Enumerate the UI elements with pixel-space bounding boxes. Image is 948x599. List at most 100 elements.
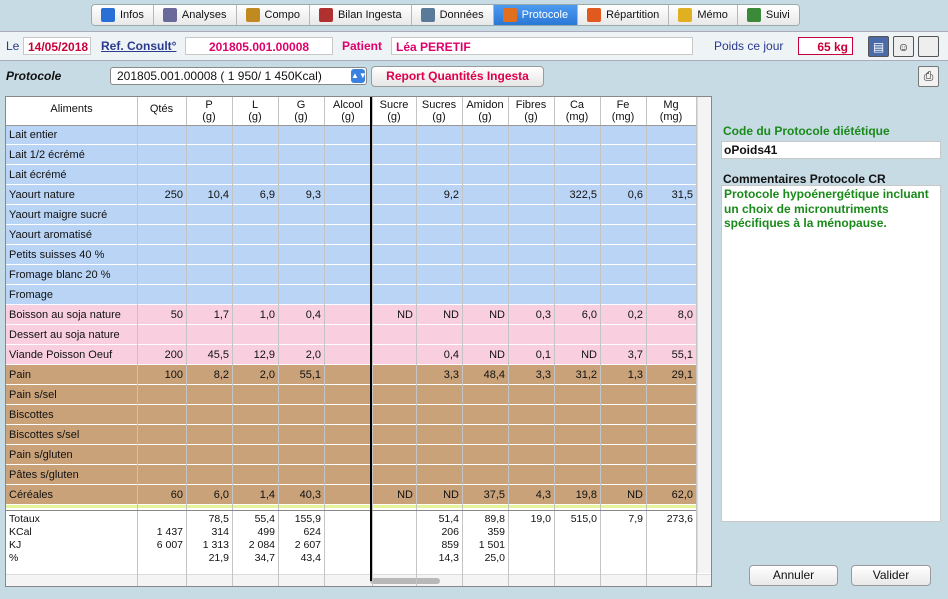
food-name-cell[interactable]: Dessert au soja nature — [6, 325, 137, 345]
value-cell[interactable] — [186, 165, 232, 185]
column-header[interactable]: L (g) — [232, 97, 278, 125]
food-name-cell[interactable]: Yaourt aromatisé — [6, 225, 137, 245]
value-cell[interactable] — [646, 125, 696, 145]
value-cell[interactable] — [462, 325, 508, 345]
food-name-cell[interactable]: Fromage blanc 20 % — [6, 265, 137, 285]
value-cell[interactable] — [554, 265, 600, 285]
value-cell[interactable] — [600, 205, 646, 225]
food-name-cell[interactable]: Céréales — [6, 485, 137, 505]
value-cell[interactable] — [186, 205, 232, 225]
weight-field[interactable]: 65 kg — [798, 37, 853, 55]
value-cell[interactable] — [372, 245, 416, 265]
value-cell[interactable] — [372, 205, 416, 225]
food-name-cell[interactable]: Pâtes s/gluten — [6, 465, 137, 485]
value-cell[interactable] — [508, 325, 554, 345]
value-cell[interactable] — [372, 165, 416, 185]
value-cell[interactable] — [462, 405, 508, 425]
value-cell[interactable] — [278, 465, 324, 485]
column-header[interactable]: Sucres (g) — [416, 97, 462, 125]
value-cell[interactable] — [416, 265, 462, 285]
value-cell[interactable] — [324, 245, 372, 265]
value-cell[interactable]: ND — [600, 485, 646, 505]
value-cell[interactable] — [137, 205, 186, 225]
value-cell[interactable] — [137, 245, 186, 265]
value-cell[interactable] — [232, 165, 278, 185]
value-cell[interactable] — [416, 165, 462, 185]
value-cell[interactable] — [324, 385, 372, 405]
value-cell[interactable] — [186, 385, 232, 405]
patient-field[interactable]: Léa PERETIF — [391, 37, 693, 55]
value-cell[interactable] — [416, 445, 462, 465]
value-cell[interactable] — [554, 425, 600, 445]
tab-m-mo[interactable]: Mémo — [669, 5, 738, 25]
value-cell[interactable] — [324, 425, 372, 445]
value-cell[interactable] — [372, 345, 416, 365]
value-cell[interactable] — [646, 465, 696, 485]
value-cell[interactable]: 2,0 — [232, 365, 278, 385]
value-cell[interactable] — [416, 245, 462, 265]
comments-field[interactable]: Protocole hypoénergétique incluant un ch… — [721, 185, 941, 522]
value-cell[interactable] — [508, 205, 554, 225]
value-cell[interactable] — [278, 125, 324, 145]
value-cell[interactable]: ND — [554, 345, 600, 365]
value-cell[interactable] — [416, 465, 462, 485]
value-cell[interactable] — [646, 205, 696, 225]
food-name-cell[interactable]: Yaourt nature — [6, 185, 137, 205]
card-icon[interactable]: ▤ — [868, 36, 889, 57]
value-cell[interactable] — [416, 205, 462, 225]
value-cell[interactable] — [508, 465, 554, 485]
value-cell[interactable] — [372, 285, 416, 305]
column-header[interactable]: G (g) — [278, 97, 324, 125]
food-name-cell[interactable]: Lait entier — [6, 125, 137, 145]
value-cell[interactable] — [462, 445, 508, 465]
value-cell[interactable] — [554, 385, 600, 405]
value-cell[interactable] — [186, 285, 232, 305]
value-cell[interactable] — [508, 125, 554, 145]
ref-consult-field[interactable]: 201805.001.00008 — [185, 37, 333, 55]
value-cell[interactable] — [186, 425, 232, 445]
value-cell[interactable] — [137, 325, 186, 345]
value-cell[interactable]: 31,5 — [646, 185, 696, 205]
column-header[interactable]: Fibres (g) — [508, 97, 554, 125]
print-icon[interactable]: ⎙ — [918, 66, 939, 87]
tab-compo[interactable]: Compo — [236, 5, 310, 25]
value-cell[interactable] — [324, 265, 372, 285]
value-cell[interactable] — [600, 425, 646, 445]
value-cell[interactable] — [508, 285, 554, 305]
protocol-code-field[interactable]: oPoids41 — [721, 141, 941, 159]
value-cell[interactable] — [372, 385, 416, 405]
column-header[interactable]: Alcool (g) — [324, 97, 372, 125]
value-cell[interactable] — [232, 325, 278, 345]
value-cell[interactable] — [462, 285, 508, 305]
value-cell[interactable] — [324, 305, 372, 325]
tab-donn-es[interactable]: Données — [411, 5, 494, 25]
value-cell[interactable] — [137, 285, 186, 305]
value-cell[interactable] — [646, 325, 696, 345]
value-cell[interactable] — [232, 225, 278, 245]
report-ingesta-button[interactable]: Report Quantités Ingesta — [371, 66, 544, 87]
food-name-cell[interactable]: Petits suisses 40 % — [6, 245, 137, 265]
column-header[interactable]: Sucre (g) — [372, 97, 416, 125]
value-cell[interactable] — [232, 385, 278, 405]
value-cell[interactable]: 50 — [137, 305, 186, 325]
value-cell[interactable] — [462, 165, 508, 185]
value-cell[interactable]: 45,5 — [186, 345, 232, 365]
value-cell[interactable] — [137, 145, 186, 165]
value-cell[interactable] — [416, 425, 462, 445]
value-cell[interactable] — [646, 165, 696, 185]
value-cell[interactable] — [554, 325, 600, 345]
value-cell[interactable]: 6,0 — [186, 485, 232, 505]
value-cell[interactable] — [508, 445, 554, 465]
blank-button[interactable] — [918, 36, 939, 57]
value-cell[interactable]: 19,8 — [554, 485, 600, 505]
vertical-scrollbar[interactable] — [697, 97, 711, 573]
food-name-cell[interactable]: Biscottes s/sel — [6, 425, 137, 445]
value-cell[interactable] — [137, 265, 186, 285]
value-cell[interactable] — [186, 245, 232, 265]
value-cell[interactable]: 6,9 — [232, 185, 278, 205]
value-cell[interactable] — [508, 405, 554, 425]
value-cell[interactable] — [137, 385, 186, 405]
value-cell[interactable] — [186, 445, 232, 465]
tab-analyses[interactable]: Analyses — [153, 5, 237, 25]
value-cell[interactable]: ND — [462, 345, 508, 365]
